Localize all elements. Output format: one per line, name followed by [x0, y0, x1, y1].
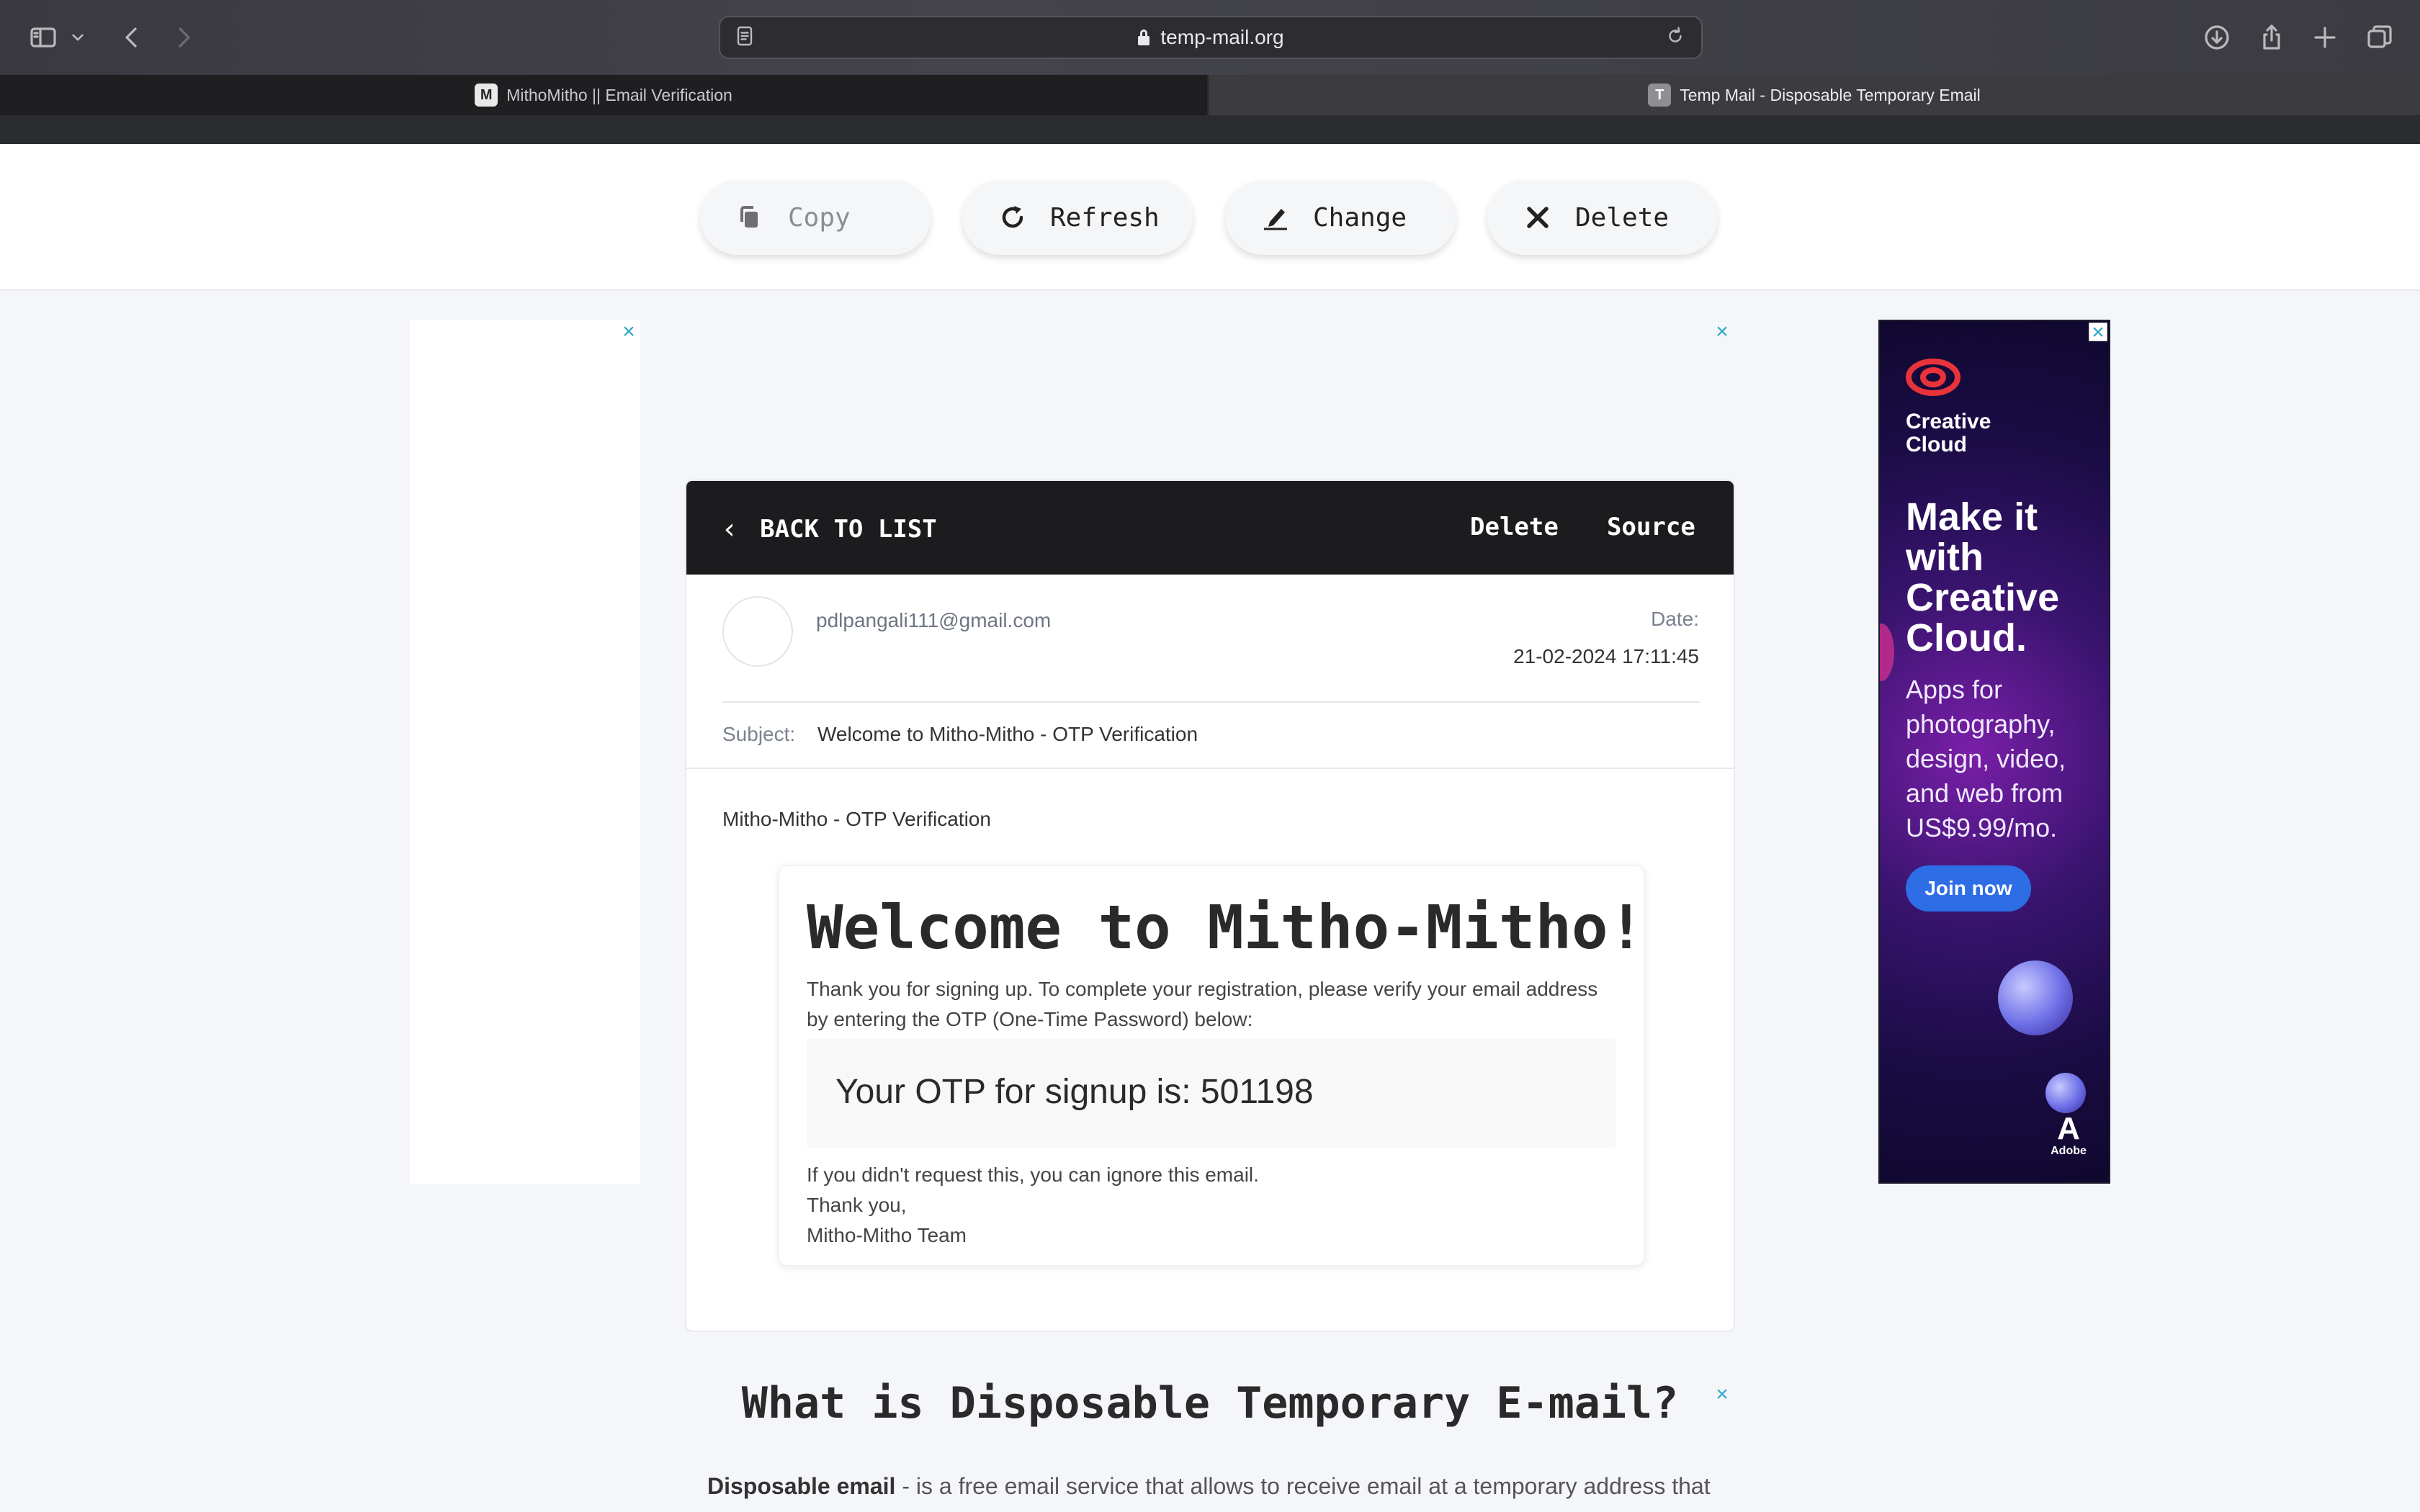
- ad-brand-line: Creative: [1906, 410, 1991, 433]
- refresh-icon: [995, 200, 1030, 235]
- section-lead-bold: Disposable email: [707, 1473, 896, 1499]
- change-label: Change: [1313, 202, 1407, 233]
- planet-graphic: [2045, 1073, 2086, 1113]
- forward-arrow-icon[interactable]: [166, 20, 200, 55]
- back-arrow-icon[interactable]: [115, 20, 150, 55]
- url-display: temp-mail.org: [720, 17, 1701, 58]
- outro-line: If you didn't request this, you can igno…: [807, 1164, 1259, 1186]
- planet-graphic: [1998, 960, 2073, 1035]
- change-button[interactable]: Change: [1225, 180, 1456, 255]
- sidebar-icon[interactable]: [26, 20, 60, 55]
- creative-cloud-ad[interactable]: Creative Cloud Make it with Creative Clo…: [1878, 320, 2110, 1184]
- temp-mail-favicon-icon: T: [1648, 84, 1672, 107]
- email-outro: If you didn't request this, you can igno…: [807, 1160, 1259, 1251]
- reload-icon[interactable]: [1659, 20, 1691, 52]
- sender-email: pdlpangali111@gmail.com: [816, 609, 1052, 631]
- tab-strip: M MithoMitho || Email Verification T Tem…: [0, 75, 2420, 115]
- email-intro: Thank you for signing up. To complete yo…: [807, 978, 1598, 1030]
- close-ad-icon[interactable]: ×: [2089, 322, 2107, 343]
- url-text: temp-mail.org: [1160, 26, 1284, 48]
- tab-label: Temp Mail - Disposable Temporary Email: [1680, 85, 1981, 104]
- copy-icon: [733, 200, 768, 235]
- ad-subtext: Apps for photography, design, video, and…: [1906, 675, 2066, 842]
- divider: [722, 701, 1700, 703]
- chevron-down-icon[interactable]: [66, 20, 89, 55]
- join-now-button[interactable]: Join now: [1906, 865, 2031, 912]
- close-icon: [1520, 200, 1555, 235]
- divider: [686, 768, 1734, 769]
- creative-cloud-logo-icon: [1906, 359, 1960, 396]
- email-heading: Welcome to Mitho-Mitho!: [807, 892, 1645, 963]
- copy-label: Copy: [788, 202, 851, 233]
- otp-code: Your OTP for signup is: 501198: [835, 1073, 1314, 1111]
- email-viewer-header: ‹ BACK TO LIST Delete Source: [686, 481, 1734, 575]
- tabs-icon[interactable]: [2362, 20, 2397, 55]
- close-ad-icon[interactable]: ×: [1713, 321, 1731, 343]
- back-to-list-label: BACK TO LIST: [760, 515, 937, 544]
- browser-toolbar: temp-mail.org: [0, 0, 2420, 75]
- mailbox-action-bar: Copy Refresh Change Delete: [0, 144, 2420, 291]
- ad-brand-line: Cloud: [1906, 433, 1967, 456]
- adobe-icon: A: [2057, 1111, 2080, 1146]
- copy-button[interactable]: Copy: [700, 180, 931, 255]
- email-viewer: ‹ BACK TO LIST Delete Source pdlpangali1…: [685, 480, 1735, 1332]
- section-title: What is Disposable Temporary E-mail?: [741, 1378, 1679, 1428]
- section-lead-text: - is a free email service that allows to…: [895, 1473, 1711, 1499]
- address-bar[interactable]: temp-mail.org: [719, 16, 1703, 59]
- delete-email-button[interactable]: Delete: [1470, 513, 1559, 541]
- download-icon[interactable]: [2200, 20, 2234, 55]
- refresh-button[interactable]: Refresh: [962, 180, 1193, 255]
- back-to-list-button[interactable]: ‹ BACK TO LIST: [721, 513, 937, 546]
- close-ad-icon[interactable]: ×: [619, 321, 638, 343]
- refresh-label: Refresh: [1050, 202, 1160, 233]
- avatar: [722, 596, 793, 667]
- delete-label: Delete: [1575, 202, 1670, 233]
- otp-box: Your OTP for signup is: 501198: [807, 1039, 1616, 1148]
- outro-line: Thank you,: [807, 1194, 907, 1216]
- date-value: 21-02-2024 17:11:45: [1513, 645, 1699, 667]
- signature: Mitho-Mitho Team: [807, 1224, 967, 1246]
- tab-label: MithoMitho || Email Verification: [506, 85, 732, 104]
- tab-temp-mail[interactable]: T Temp Mail - Disposable Temporary Email: [1209, 75, 2420, 115]
- adobe-label: Adobe: [2051, 1145, 2087, 1157]
- plus-icon[interactable]: [2308, 20, 2342, 55]
- email-body-card: Welcome to Mitho-Mitho! Thank you for si…: [779, 865, 1644, 1266]
- chevron-left-icon: ‹: [721, 513, 739, 546]
- subject-label: Subject:: [722, 723, 796, 745]
- edit-pen-icon: [1258, 200, 1293, 235]
- lock-icon: [1137, 29, 1150, 46]
- ad-headline: Make it with Creative Cloud.: [1906, 495, 2060, 660]
- tab-mithomitho[interactable]: M MithoMitho || Email Verification: [0, 75, 1207, 115]
- left-ad-slot: [410, 320, 640, 1184]
- section-text: Disposable email - is a free email servi…: [707, 1473, 1711, 1500]
- subject-value: Welcome to Mitho-Mitho - OTP Verificatio…: [817, 723, 1198, 745]
- mithomitho-favicon-icon: M: [475, 84, 498, 107]
- date-label: Date:: [1651, 608, 1699, 630]
- ad-brand: Creative Cloud: [1906, 410, 1991, 456]
- planet-graphic: [1880, 624, 1894, 681]
- email-preheader: Mitho-Mitho - OTP Verification: [722, 808, 991, 830]
- site-header-strip: [0, 115, 2420, 144]
- delete-button[interactable]: Delete: [1487, 180, 1718, 255]
- share-icon[interactable]: [2254, 20, 2289, 55]
- adobe-logo: A Adobe: [2047, 1113, 2090, 1158]
- view-source-button[interactable]: Source: [1607, 513, 1695, 541]
